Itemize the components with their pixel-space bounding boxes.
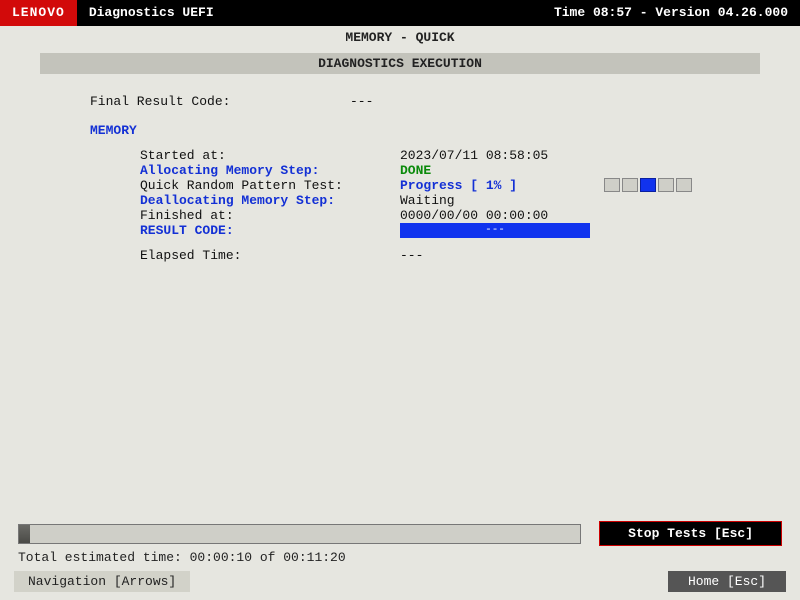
stop-tests-button[interactable]: Stop Tests [Esc]	[599, 521, 782, 546]
allocating-step-label: Allocating Memory Step:	[140, 163, 400, 178]
progress-cell	[658, 178, 674, 192]
deallocating-step-label: Deallocating Memory Step:	[140, 193, 400, 208]
pattern-progress-cells	[604, 178, 694, 193]
result-code-bar: ---	[400, 223, 590, 238]
navigation-hint: Navigation [Arrows]	[14, 571, 190, 592]
finished-at-label: Finished at:	[140, 208, 400, 223]
top-bar: LENOVO Diagnostics UEFI Time 08:57 - Ver…	[0, 0, 800, 26]
elapsed-time-label: Elapsed Time:	[140, 248, 400, 263]
memory-section-label: MEMORY	[90, 123, 730, 138]
pattern-test-value: Progress [ 1% ]	[400, 178, 600, 193]
brand-badge: LENOVO	[0, 0, 77, 26]
elapsed-time-value: ---	[400, 248, 600, 263]
overall-progress-bar	[18, 524, 581, 544]
allocating-step-value: DONE	[400, 163, 600, 178]
progress-cell	[676, 178, 692, 192]
lower-panel: Stop Tests [Esc] Total estimated time: 0…	[0, 521, 800, 565]
result-code-label: RESULT CODE:	[140, 223, 400, 238]
overall-progress-fill	[19, 525, 30, 543]
total-estimated-time: Total estimated time: 00:00:10 of 00:11:…	[18, 550, 782, 565]
finished-at-value: 0000/00/00 00:00:00	[400, 208, 600, 223]
pattern-test-label: Quick Random Pattern Test:	[140, 178, 400, 193]
started-at-label: Started at:	[140, 148, 400, 163]
progress-cell	[604, 178, 620, 192]
progress-cell	[622, 178, 638, 192]
section-heading: DIAGNOSTICS EXECUTION	[40, 53, 760, 74]
progress-cell-active	[640, 178, 656, 192]
footer-bar: Navigation [Arrows] Home [Esc]	[0, 571, 800, 600]
diagnostics-content: Final Result Code: --- MEMORY Started at…	[0, 78, 800, 521]
final-result-code-value: ---	[350, 94, 550, 109]
started-at-value: 2023/07/11 08:58:05	[400, 148, 600, 163]
page-title: MEMORY - QUICK	[0, 26, 800, 49]
deallocating-step-value: Waiting	[400, 193, 600, 208]
time-version-label: Time 08:57 - Version 04.26.000	[542, 0, 800, 26]
final-result-code-label: Final Result Code:	[90, 94, 350, 109]
app-title: Diagnostics UEFI	[77, 0, 226, 26]
home-button[interactable]: Home [Esc]	[668, 571, 786, 592]
